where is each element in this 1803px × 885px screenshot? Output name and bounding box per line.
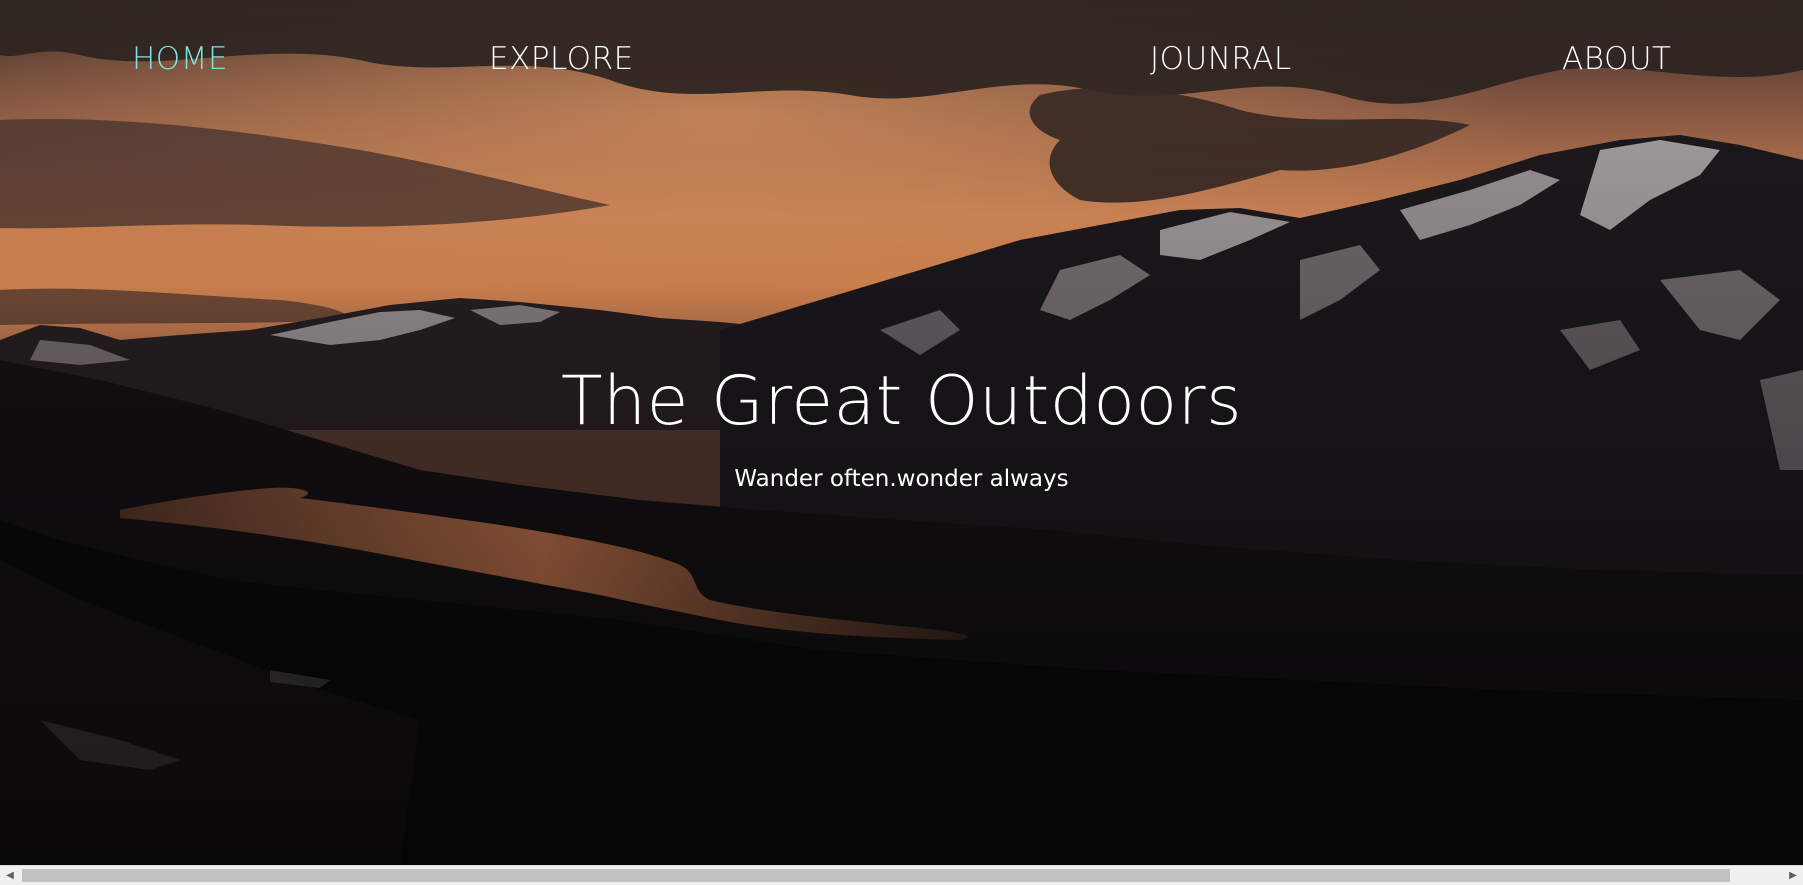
hero-title: The Great Outdoors xyxy=(560,362,1243,441)
hero-subtitle: Wander often.wonder always xyxy=(734,466,1069,492)
main-navigation: HOME EXPLORE JOUNRAL ABOUT xyxy=(0,0,1803,120)
chevron-left-icon[interactable]: ◀ xyxy=(0,866,20,885)
nav-item-explore[interactable]: EXPLORE xyxy=(489,40,634,78)
nav-item-journal[interactable]: JOUNRAL xyxy=(1150,40,1292,78)
nav-item-about[interactable]: ABOUT xyxy=(1562,40,1672,78)
chevron-right-icon[interactable]: ▶ xyxy=(1783,866,1803,885)
page: HOME EXPLORE JOUNRAL ABOUT The Great Out… xyxy=(0,0,1803,885)
nav-item-home[interactable]: HOME xyxy=(132,40,228,78)
horizontal-scrollbar[interactable]: ◀ ▶ xyxy=(0,865,1803,885)
scrollbar-thumb[interactable] xyxy=(22,869,1730,882)
